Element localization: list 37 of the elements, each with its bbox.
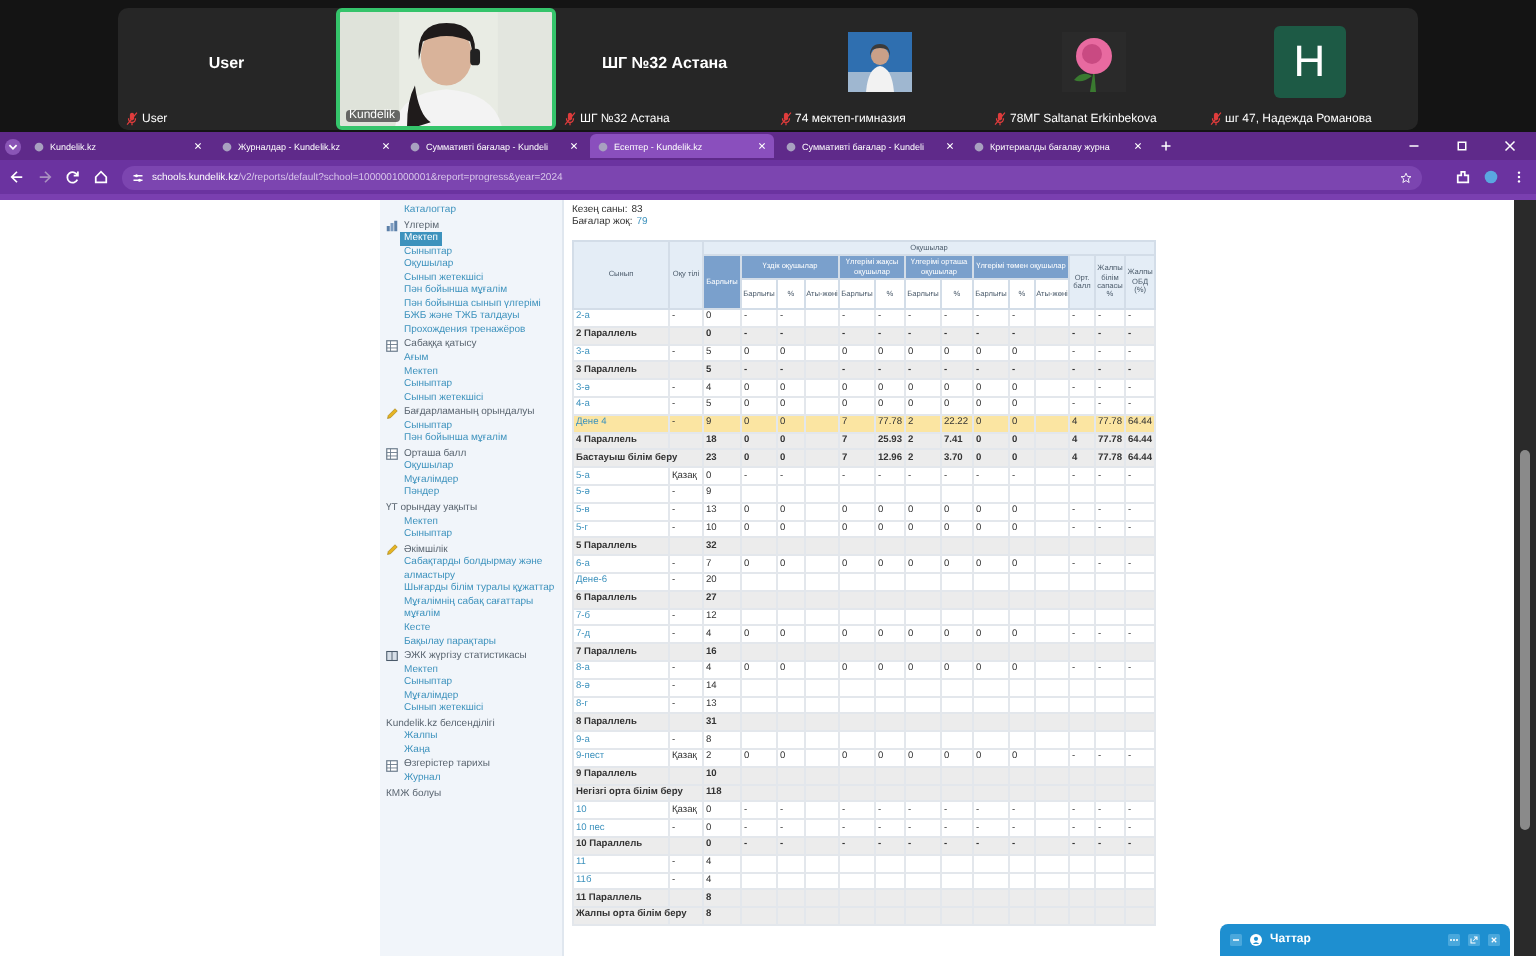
restore-icon[interactable]	[1456, 140, 1468, 152]
site-icon	[410, 141, 420, 151]
site-icon	[34, 141, 44, 151]
bar-chart-icon	[386, 219, 398, 232]
avatar-icon	[1250, 934, 1262, 946]
scrollbar-thumb[interactable]	[1520, 450, 1530, 830]
menu-icon[interactable]	[1512, 170, 1526, 184]
tab-list-icon[interactable]	[4, 137, 22, 155]
back-icon[interactable]	[10, 170, 24, 184]
close-icon[interactable]	[758, 142, 766, 150]
extensions-icon[interactable]	[1456, 170, 1470, 184]
scrollbar[interactable]	[1514, 200, 1536, 956]
close-icon[interactable]	[1504, 140, 1516, 152]
site-icon	[974, 141, 984, 151]
participant-name: User	[208, 54, 245, 72]
site-icon	[786, 141, 796, 151]
site-icon	[222, 141, 232, 151]
close-icon[interactable]	[1134, 142, 1142, 150]
minimize-icon[interactable]	[1408, 140, 1420, 152]
table-icon	[386, 448, 398, 461]
book-icon	[386, 650, 398, 663]
site-icon	[598, 141, 608, 151]
reload-icon[interactable]	[66, 170, 80, 184]
home-icon[interactable]	[94, 170, 108, 184]
new-tab-icon[interactable]	[1160, 140, 1172, 152]
avatar: H	[1273, 25, 1346, 97]
close-icon[interactable]	[194, 142, 202, 150]
pencil-icon	[386, 407, 398, 419]
close-icon[interactable]	[946, 142, 954, 150]
pencil-icon	[386, 543, 398, 556]
table-icon	[386, 339, 398, 352]
table-icon	[386, 759, 398, 772]
close-icon[interactable]	[382, 142, 390, 150]
participant-name: ШГ №32 Астана	[601, 54, 728, 72]
forward-icon[interactable]	[38, 170, 52, 184]
close-icon[interactable]	[570, 142, 578, 150]
profile-icon[interactable]	[1484, 170, 1498, 184]
